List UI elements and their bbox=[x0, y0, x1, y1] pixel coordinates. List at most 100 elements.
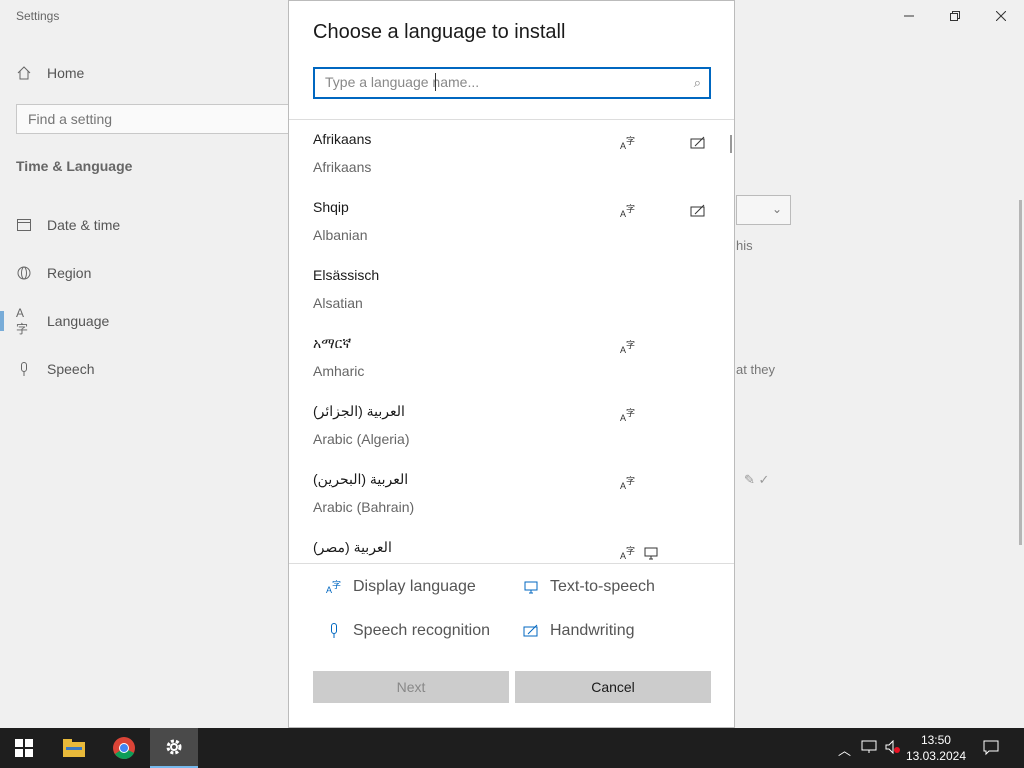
display-language-icon: A字 bbox=[620, 339, 636, 355]
background-scrollbar[interactable] bbox=[1019, 200, 1022, 545]
display-language-icon: A字 bbox=[620, 475, 636, 491]
search-icon[interactable]: ⌕ bbox=[694, 75, 701, 91]
svg-text:字: 字 bbox=[626, 339, 635, 350]
globe-icon bbox=[16, 265, 32, 281]
close-icon[interactable] bbox=[978, 0, 1024, 32]
language-english-name: Afrikaans bbox=[313, 159, 372, 175]
language-search-input[interactable]: Type a language name... ⌕ bbox=[313, 67, 711, 99]
svg-text:字: 字 bbox=[626, 135, 635, 146]
language-native-name: Afrikaans bbox=[313, 131, 372, 147]
chrome-icon[interactable] bbox=[100, 728, 148, 768]
language-english-name: Arabic (Algeria) bbox=[313, 431, 410, 447]
clock-date: 13.03.2024 bbox=[905, 749, 966, 763]
list-item[interactable]: አማርኛ Amharic A字 bbox=[313, 325, 713, 393]
legend-display-language: A字 Display language bbox=[325, 578, 476, 596]
svg-text:字: 字 bbox=[626, 545, 635, 556]
language-english-name: Arabic (Bahrain) bbox=[313, 499, 415, 515]
language-native-name: العربية (الجزائر) bbox=[313, 403, 405, 419]
taskbar: ︿ 13:50 13.03.2024 bbox=[0, 728, 1024, 768]
language-native-name: Shqip bbox=[313, 199, 349, 215]
sidebar-item-region[interactable]: Region bbox=[0, 255, 290, 291]
legend-handwriting: Handwriting bbox=[522, 622, 634, 640]
settings-window-title: Settings bbox=[16, 9, 60, 23]
language-native-name: العربية (البحرين) bbox=[313, 471, 409, 487]
sidebar-item-label: Region bbox=[47, 265, 92, 281]
list-item[interactable]: العربية (مصر) A字 bbox=[313, 529, 713, 563]
list-item[interactable]: العربية (الجزائر) Arabic (Algeria) A字 bbox=[313, 393, 713, 461]
legend-label: Display language bbox=[353, 578, 476, 595]
clock[interactable]: 13:50 13.03.2024 bbox=[906, 732, 966, 764]
sidebar-item-language[interactable]: A字 Language bbox=[0, 303, 290, 339]
microphone-icon bbox=[325, 622, 343, 640]
find-setting-input[interactable] bbox=[16, 104, 306, 134]
clock-calendar-icon bbox=[16, 217, 32, 233]
clock-time: 13:50 bbox=[920, 733, 951, 747]
svg-text:字: 字 bbox=[626, 475, 635, 486]
language-english-name: Amharic bbox=[313, 363, 365, 379]
home-icon bbox=[16, 65, 32, 81]
list-item[interactable]: العربية (البحرين) Arabic (Bahrain) A字 bbox=[313, 461, 713, 529]
sidebar-item-speech[interactable]: Speech bbox=[0, 351, 290, 387]
background-text-fragment: his bbox=[736, 238, 753, 253]
windows-icon bbox=[15, 739, 33, 757]
sidebar-item-date-time[interactable]: Date & time bbox=[0, 207, 290, 243]
choose-language-dialog: Choose a language to install Type a lang… bbox=[288, 0, 735, 728]
divider bbox=[289, 563, 734, 564]
language-english-name: Albanian bbox=[313, 227, 368, 243]
list-item[interactable]: Elsässisch Alsatian bbox=[313, 257, 713, 325]
sidebar-item-label: Speech bbox=[47, 361, 95, 377]
background-text-fragment: at they bbox=[736, 362, 776, 377]
next-button[interactable]: Next bbox=[313, 671, 509, 703]
search-placeholder: Type a language name... bbox=[325, 74, 480, 90]
language-native-name: العربية (مصر) bbox=[313, 539, 392, 555]
legend-label: Text-to-speech bbox=[550, 578, 655, 595]
legend-label: Handwriting bbox=[550, 622, 635, 639]
minimize-icon[interactable] bbox=[886, 0, 932, 32]
cancel-button[interactable]: Cancel bbox=[515, 671, 711, 703]
svg-text:字: 字 bbox=[626, 407, 635, 418]
language-native-name: Elsässisch bbox=[313, 267, 380, 283]
display-language-icon: A字 bbox=[620, 135, 636, 151]
dialog-title: Choose a language to install bbox=[313, 21, 566, 43]
legend-text-to-speech: Text-to-speech bbox=[522, 578, 655, 596]
chevron-up-icon[interactable]: ︿ bbox=[838, 740, 851, 759]
microphone-icon bbox=[16, 361, 32, 377]
background-feature-icons: ✎ ✓ bbox=[744, 472, 770, 487]
language-list: Afrikaans Afrikaans A字 Shqip Albanian A字… bbox=[289, 121, 734, 563]
handwriting-icon bbox=[690, 203, 706, 219]
file-explorer-icon[interactable] bbox=[50, 728, 98, 768]
restore-icon[interactable] bbox=[932, 0, 978, 32]
list-item[interactable]: Shqip Albanian A字 bbox=[313, 189, 713, 257]
network-icon[interactable] bbox=[861, 740, 877, 757]
display-language-icon: A字 bbox=[620, 203, 636, 219]
sidebar-home[interactable]: Home bbox=[0, 55, 290, 91]
sidebar-item-label: Date & time bbox=[47, 217, 121, 233]
sidebar-home-label: Home bbox=[47, 65, 85, 81]
settings-gear-icon[interactable] bbox=[150, 728, 198, 768]
language-english-name: Alsatian bbox=[313, 295, 363, 311]
window-controls bbox=[886, 0, 1024, 32]
text-to-speech-icon bbox=[522, 578, 540, 596]
legend-speech-recognition: Speech recognition bbox=[325, 622, 490, 640]
section-heading: Time & Language bbox=[16, 158, 133, 174]
display-language-icon: A字 bbox=[620, 545, 636, 561]
svg-text:字: 字 bbox=[332, 579, 341, 590]
display-language-icon: A字 bbox=[620, 407, 636, 423]
legend-label: Speech recognition bbox=[353, 622, 490, 639]
display-language-icon: A字 bbox=[325, 578, 343, 596]
sidebar-item-label: Language bbox=[47, 313, 110, 329]
language-icon: A字 bbox=[16, 305, 29, 336]
list-scrollbar[interactable] bbox=[730, 135, 732, 153]
notifications-icon[interactable] bbox=[983, 740, 999, 759]
divider bbox=[289, 119, 734, 120]
start-button[interactable] bbox=[0, 728, 48, 768]
chevron-down-icon: ⌄ bbox=[771, 202, 782, 216]
list-item[interactable]: Afrikaans Afrikaans A字 bbox=[313, 121, 713, 189]
handwriting-icon bbox=[690, 135, 706, 151]
language-native-name: አማርኛ bbox=[313, 335, 352, 351]
volume-muted-icon[interactable] bbox=[885, 739, 901, 757]
svg-text:字: 字 bbox=[626, 203, 635, 214]
background-dropdown: ⌄ bbox=[736, 195, 791, 225]
text-to-speech-icon bbox=[643, 545, 659, 561]
text-cursor bbox=[435, 73, 436, 91]
